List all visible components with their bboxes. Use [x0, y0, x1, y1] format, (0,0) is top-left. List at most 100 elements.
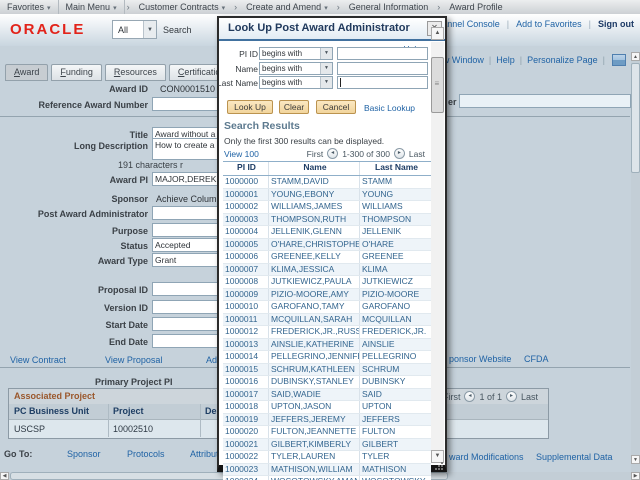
result-pi-id-cell[interactable]: 1000002: [223, 201, 268, 213]
scroll-down-icon[interactable]: ▼: [631, 455, 640, 464]
result-name-cell[interactable]: UPTON,JASON: [268, 401, 359, 413]
favorites-menu[interactable]: Favorites▾: [0, 0, 59, 14]
result-pi-id-cell[interactable]: 1000001: [223, 189, 268, 201]
result-pi-id-cell[interactable]: 1000003: [223, 214, 268, 226]
multi-window-icon[interactable]: [612, 54, 626, 66]
result-last-name-cell[interactable]: JUTKIEWICZ: [359, 276, 431, 288]
result-last-name-cell[interactable]: MCQUILLAN: [359, 314, 431, 326]
result-pi-id-cell[interactable]: 1000008: [223, 276, 268, 288]
result-last-name-cell[interactable]: FREDERICK,JR.: [359, 326, 431, 338]
result-pi-id-cell[interactable]: 1000000: [223, 176, 268, 188]
result-name-cell[interactable]: WOSOTOWSKY,AMANDA: [268, 476, 359, 480]
search-scope-select[interactable]: All ▼: [112, 20, 157, 39]
scroll-left-icon[interactable]: ◀: [0, 472, 9, 480]
result-last-name-cell[interactable]: DUBINSKY: [359, 376, 431, 388]
result-name-cell[interactable]: JEFFERS,JEREMY: [268, 414, 359, 426]
main-menu[interactable]: Main Menu▾: [59, 0, 125, 14]
result-last-name-cell[interactable]: PIZIO-MOORE: [359, 289, 431, 301]
result-name-cell[interactable]: GREENEE,KELLY: [268, 251, 359, 263]
result-last-name-cell[interactable]: AINSLIE: [359, 339, 431, 351]
sign-out-link[interactable]: Sign out: [598, 19, 634, 29]
result-name-cell[interactable]: STAMM,DAVID: [268, 176, 359, 188]
result-name-cell[interactable]: WILLIAMS,JAMES: [268, 201, 359, 213]
result-last-name-cell[interactable]: UPTON: [359, 401, 431, 413]
result-pi-id-cell[interactable]: 1000005: [223, 239, 268, 251]
result-pi-id-cell[interactable]: 1000013: [223, 339, 268, 351]
result-last-name-cell[interactable]: WILLIAMS: [359, 201, 431, 213]
result-last-name-cell[interactable]: MATHISON: [359, 464, 431, 476]
goto-attributes-link[interactable]: Attribut: [190, 449, 219, 459]
first-label[interactable]: First: [307, 149, 324, 159]
previous-page-icon[interactable]: ◂: [464, 391, 475, 402]
result-pi-id-cell[interactable]: 1000006: [223, 251, 268, 263]
modal-scrollbar-thumb[interactable]: [431, 57, 444, 113]
add-to-favorites-link[interactable]: Add to Favorites: [516, 19, 582, 29]
goto-protocols-link[interactable]: Protocols: [127, 449, 165, 459]
result-pi-id-cell[interactable]: 1000017: [223, 389, 268, 401]
result-name-cell[interactable]: FREDERICK,JR.,RUSSELL: [268, 326, 359, 338]
pi-id-input[interactable]: [337, 47, 428, 60]
result-pi-id-cell[interactable]: 1000009: [223, 289, 268, 301]
result-pi-id-cell[interactable]: 1000012: [223, 326, 268, 338]
scroll-up-icon[interactable]: ▲: [631, 52, 640, 61]
crumb-customer-contracts[interactable]: Customer Contracts▾: [132, 0, 233, 14]
previous-page-icon[interactable]: ◂: [327, 148, 338, 159]
last-label[interactable]: Last: [409, 149, 425, 159]
name-operator-select[interactable]: begins with ▼: [259, 62, 333, 75]
result-name-cell[interactable]: JUTKIEWICZ,PAULA: [268, 276, 359, 288]
personalize-page-link[interactable]: Personalize Page: [527, 55, 598, 65]
result-pi-id-cell[interactable]: 1000021: [223, 439, 268, 451]
result-name-cell[interactable]: FULTON,JEANNETTE: [268, 426, 359, 438]
vertical-scrollbar-thumb[interactable]: [631, 63, 640, 173]
result-name-cell[interactable]: GILBERT,KIMBERLY: [268, 439, 359, 451]
basic-lookup-link[interactable]: Basic Lookup: [364, 103, 415, 113]
crumb-general-information[interactable]: General Information: [342, 0, 436, 14]
result-last-name-cell[interactable]: GILBERT: [359, 439, 431, 451]
result-last-name-cell[interactable]: STAMM: [359, 176, 431, 188]
result-last-name-cell[interactable]: O'HARE: [359, 239, 431, 251]
result-pi-id-cell[interactable]: 1000020: [223, 426, 268, 438]
result-name-cell[interactable]: PELLEGRINO,JENNIFER: [268, 351, 359, 363]
view-100-link[interactable]: View 100: [224, 149, 259, 159]
result-last-name-cell[interactable]: THOMPSON: [359, 214, 431, 226]
result-last-name-cell[interactable]: JEFFERS: [359, 414, 431, 426]
pi-id-operator-select[interactable]: begins with ▼: [259, 47, 333, 60]
page-vertical-scrollbar[interactable]: ▲ ▼: [631, 52, 640, 472]
result-pi-id-cell[interactable]: 1000019: [223, 414, 268, 426]
supplemental-data-link[interactable]: Supplemental Data: [536, 452, 613, 462]
result-name-cell[interactable]: THOMPSON,RUTH: [268, 214, 359, 226]
result-last-name-cell[interactable]: KLIMA: [359, 264, 431, 276]
view-proposal-link[interactable]: View Proposal: [105, 355, 162, 365]
result-name-cell[interactable]: MCQUILLAN,SARAH: [268, 314, 359, 326]
result-pi-id-cell[interactable]: 1000018: [223, 401, 268, 413]
result-pi-id-cell[interactable]: 1000016: [223, 376, 268, 388]
result-last-name-cell[interactable]: JELLENIK: [359, 226, 431, 238]
next-page-icon[interactable]: ▸: [394, 148, 405, 159]
project-cell[interactable]: 10002510: [113, 424, 153, 434]
tab-award[interactable]: Award: [5, 64, 48, 81]
result-pi-id-cell[interactable]: 1000011: [223, 314, 268, 326]
crumb-create-and-amend[interactable]: Create and Amend▾: [239, 0, 335, 14]
scroll-up-icon[interactable]: ▲: [431, 27, 444, 40]
result-last-name-cell[interactable]: PELLEGRINO: [359, 351, 431, 363]
result-name-cell[interactable]: DUBINSKY,STANLEY: [268, 376, 359, 388]
result-name-cell[interactable]: O'HARE,CHRISTOPHER: [268, 239, 359, 251]
result-name-cell[interactable]: JELLENIK,GLENN: [268, 226, 359, 238]
cfda-link[interactable]: CFDA: [524, 354, 549, 364]
result-name-cell[interactable]: GAROFANO,TAMY: [268, 301, 359, 313]
award-modifications-link[interactable]: ward Modifications: [449, 452, 524, 462]
result-name-cell[interactable]: SAID,WADIE: [268, 389, 359, 401]
tab-funding[interactable]: Funding: [51, 64, 102, 81]
result-pi-id-cell[interactable]: 1000023: [223, 464, 268, 476]
result-pi-id-cell[interactable]: 1000007: [223, 264, 268, 276]
result-pi-id-cell[interactable]: 1000015: [223, 364, 268, 376]
last-label[interactable]: Last: [521, 392, 538, 402]
result-last-name-cell[interactable]: GAROFANO: [359, 301, 431, 313]
sponsor-website-link[interactable]: ponsor Website: [449, 354, 511, 364]
last-name-operator-select[interactable]: begins with ▼: [259, 76, 333, 89]
result-pi-id-cell[interactable]: 1000014: [223, 351, 268, 363]
scroll-right-icon[interactable]: ▶: [631, 472, 640, 480]
result-name-cell[interactable]: MATHISON,WILLIAM: [268, 464, 359, 476]
clear-button[interactable]: Clear: [279, 100, 309, 114]
resize-grip-icon[interactable]: [434, 461, 443, 470]
